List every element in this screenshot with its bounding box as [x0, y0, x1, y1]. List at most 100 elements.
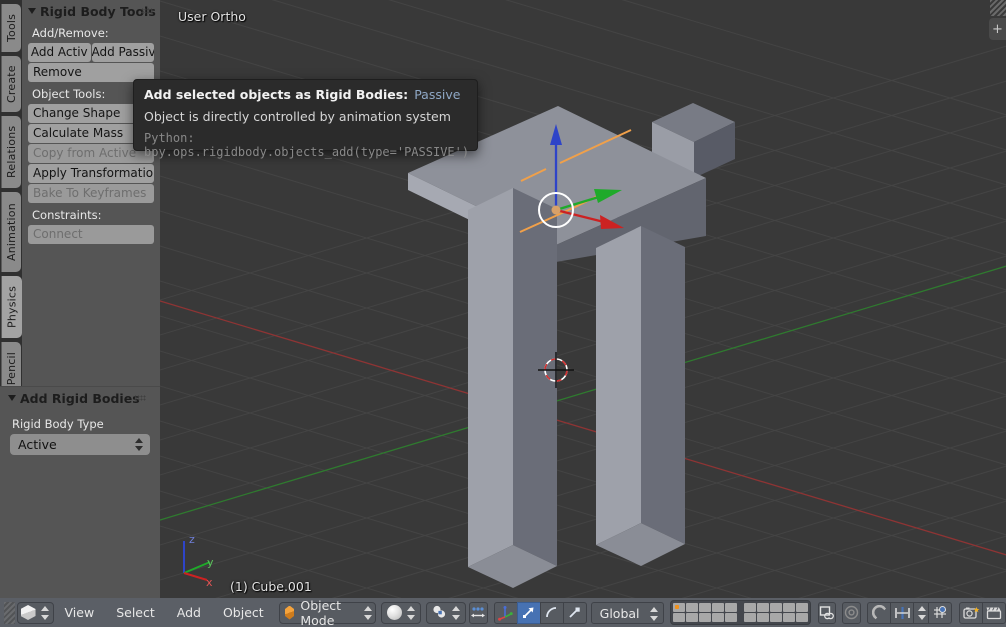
layer-block-bottom	[743, 603, 808, 622]
layer-cell[interactable]	[685, 603, 698, 612]
tab-label: Animation	[5, 203, 18, 261]
layer-cell[interactable]	[782, 603, 795, 612]
grip-dots-icon[interactable]	[134, 395, 146, 401]
interaction-mode-label: Object Mode	[300, 597, 342, 627]
sidebar-tab-create[interactable]: Create	[1, 56, 21, 112]
manipulator-controls	[493, 601, 587, 624]
rotate-arc-icon	[546, 607, 557, 618]
tab-label: Create	[5, 65, 18, 103]
layer-cell[interactable]	[698, 603, 711, 612]
panel-title: Add Rigid Bodies	[20, 390, 140, 406]
manipulator-translate-button[interactable]	[516, 601, 541, 624]
render-image-icon	[962, 606, 979, 619]
axis-gizmo-icon	[497, 605, 513, 621]
chevron-updown-icon	[649, 606, 658, 621]
rigid-body-type-dropdown[interactable]: Active	[10, 434, 150, 455]
layer-cell[interactable]	[743, 613, 756, 622]
layer-cell[interactable]	[685, 613, 698, 622]
viewport-shading-dropdown[interactable]	[381, 601, 422, 624]
viewport-header-bar: View Select Add Object Object Mode Globa…	[0, 598, 1006, 627]
tab-label: Tools	[5, 13, 18, 43]
layer-cell[interactable]	[724, 603, 737, 612]
layer-cell[interactable]	[756, 603, 769, 612]
tooltip-python-label: Python:	[144, 131, 195, 145]
layer-cell[interactable]	[795, 603, 808, 612]
menu-view[interactable]: View	[54, 602, 106, 624]
rigid-body-type-value: Active	[18, 437, 57, 452]
render-animation-button[interactable]	[982, 601, 1006, 624]
manipulator-rotate-button[interactable]	[539, 601, 564, 624]
arrows-horizontal-icon	[471, 606, 486, 617]
tooltip: Add selected objects as Rigid Bodies: Pas…	[133, 79, 478, 159]
render-image-button[interactable]	[959, 601, 983, 624]
mesh-pillar-left	[468, 188, 557, 588]
connect-button: Connect	[28, 225, 154, 244]
grip-dots-icon[interactable]	[141, 8, 153, 14]
manipulator-scale-button[interactable]	[562, 601, 587, 624]
chevron-updown-icon	[363, 605, 372, 620]
snap-element-spinner[interactable]	[913, 601, 929, 624]
proportional-editing-off-icon	[845, 605, 859, 620]
transform-orientation-dropdown[interactable]: Global	[590, 601, 664, 624]
layer-cell[interactable]	[711, 603, 724, 612]
snap-target-button[interactable]	[928, 601, 952, 624]
editor-type-3dview-icon	[20, 605, 36, 620]
viewport-view-name: User Ortho	[178, 9, 246, 24]
layer-cell[interactable]	[769, 603, 782, 612]
scale-handle-icon	[569, 607, 580, 618]
editor-type-selector[interactable]	[16, 601, 54, 624]
snap-grid-icon	[934, 606, 946, 618]
layer-cell[interactable]	[711, 613, 724, 622]
tab-label: Relations	[5, 125, 18, 179]
plus-icon: +	[992, 21, 1003, 37]
proportional-editing-button[interactable]	[842, 601, 861, 624]
manipulator-toggle-button[interactable]	[493, 601, 518, 624]
section-label-add-remove: Add/Remove:	[32, 26, 109, 40]
layer-cell[interactable]	[743, 603, 756, 612]
panel-header-rigid-body-tools[interactable]: Rigid Body Tools	[22, 0, 160, 22]
snap-increment-icon	[894, 606, 910, 619]
lock-to-scene-button[interactable]	[817, 601, 837, 624]
apply-transformation-button[interactable]: Apply Transformation	[28, 164, 154, 183]
layer-cell[interactable]	[769, 613, 782, 622]
scene-link-icon	[819, 606, 834, 620]
sidebar-tab-tools[interactable]: Tools	[1, 4, 21, 52]
header-grip-icon[interactable]	[4, 601, 15, 624]
layer-cell[interactable]	[795, 613, 808, 622]
panel-title: Rigid Body Tools	[40, 3, 156, 19]
tooltip-value: Passive	[414, 87, 461, 102]
layer-cell[interactable]	[672, 603, 685, 612]
sidebar-tab-relations[interactable]: Relations	[1, 116, 21, 188]
menu-add[interactable]: Add	[166, 602, 212, 624]
manipulate-center-points-button[interactable]	[469, 601, 488, 624]
snap-element-dropdown[interactable]	[890, 601, 914, 624]
pivot-point-dropdown[interactable]	[426, 601, 467, 624]
magnet-icon	[871, 605, 886, 620]
viewport-active-object-name: (1) Cube.001	[230, 579, 312, 594]
chevron-updown-icon	[407, 605, 416, 620]
tab-label: Physics	[5, 285, 19, 329]
panel-header-add-rigid-bodies[interactable]: Add Rigid Bodies	[0, 387, 160, 409]
menu-select[interactable]: Select	[105, 602, 166, 624]
viewport-add-tab-handle[interactable]: +	[989, 18, 1006, 40]
layer-cell[interactable]	[756, 613, 769, 622]
snap-toggle-button[interactable]	[867, 601, 891, 624]
layer-cell[interactable]	[724, 613, 737, 622]
tooltip-description: Object is directly controlled by animati…	[144, 109, 451, 124]
interaction-mode-dropdown[interactable]: Object Mode	[278, 598, 376, 627]
layer-block-top	[672, 603, 737, 622]
scene-layers-widget[interactable]	[669, 600, 811, 625]
section-label-constraints: Constraints:	[32, 208, 102, 222]
operator-redo-panel: Add Rigid Bodies Rigid Body Type Active	[0, 386, 160, 598]
sidebar-tab-physics[interactable]: Physics	[1, 276, 22, 338]
layer-cell[interactable]	[782, 613, 795, 622]
layer-cell[interactable]	[698, 613, 711, 622]
menu-object[interactable]: Object	[212, 602, 275, 624]
object-mode-icon	[284, 605, 295, 620]
add-passive-button[interactable]: Add Passiv	[91, 43, 154, 62]
viewport-corner-grip[interactable]	[990, 0, 1006, 16]
layer-cell[interactable]	[672, 613, 685, 622]
add-active-button[interactable]: Add Activ	[28, 43, 91, 62]
sidebar-tab-animation[interactable]: Animation	[1, 192, 21, 272]
chevron-down-icon	[28, 8, 36, 14]
